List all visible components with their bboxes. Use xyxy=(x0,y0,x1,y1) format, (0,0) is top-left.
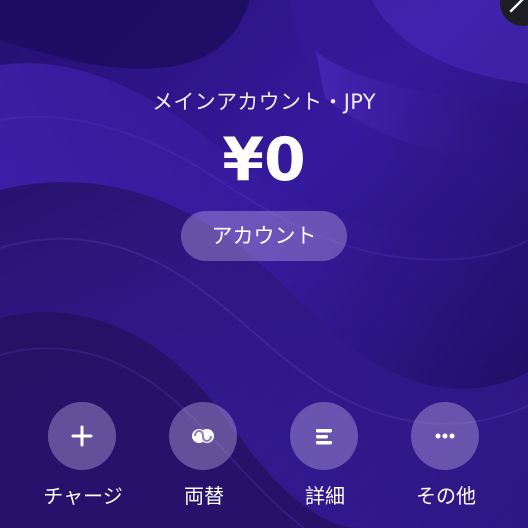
exchange-icon xyxy=(192,429,214,443)
quick-actions: チャージ 両替 詳細 その他 xyxy=(0,400,528,510)
more-icon xyxy=(435,433,455,439)
account-balance: ¥0 xyxy=(222,125,306,195)
close-icon xyxy=(509,0,524,13)
exchange-action[interactable]: 両替 xyxy=(154,400,254,508)
exchange-label: 両替 xyxy=(184,484,224,508)
details-icon xyxy=(316,429,332,445)
more-label: その他 xyxy=(416,484,476,508)
charge-action[interactable]: チャージ xyxy=(33,400,133,508)
exchange-button[interactable] xyxy=(169,402,237,470)
plus-icon xyxy=(71,425,93,447)
account-button[interactable]: アカウント xyxy=(181,211,347,261)
more-button[interactable] xyxy=(411,402,479,470)
details-label: 詳細 xyxy=(305,484,345,508)
charge-button[interactable] xyxy=(48,402,116,470)
details-button[interactable] xyxy=(290,402,358,470)
more-action[interactable]: その他 xyxy=(396,400,496,508)
details-action[interactable]: 詳細 xyxy=(275,400,375,508)
account-title: メインアカウント・JPY xyxy=(152,90,376,114)
charge-label: チャージ xyxy=(43,484,123,508)
account-screen: メインアカウント・JPY ¥0 アカウント チャージ 両替 詳細 その他 xyxy=(0,0,528,528)
